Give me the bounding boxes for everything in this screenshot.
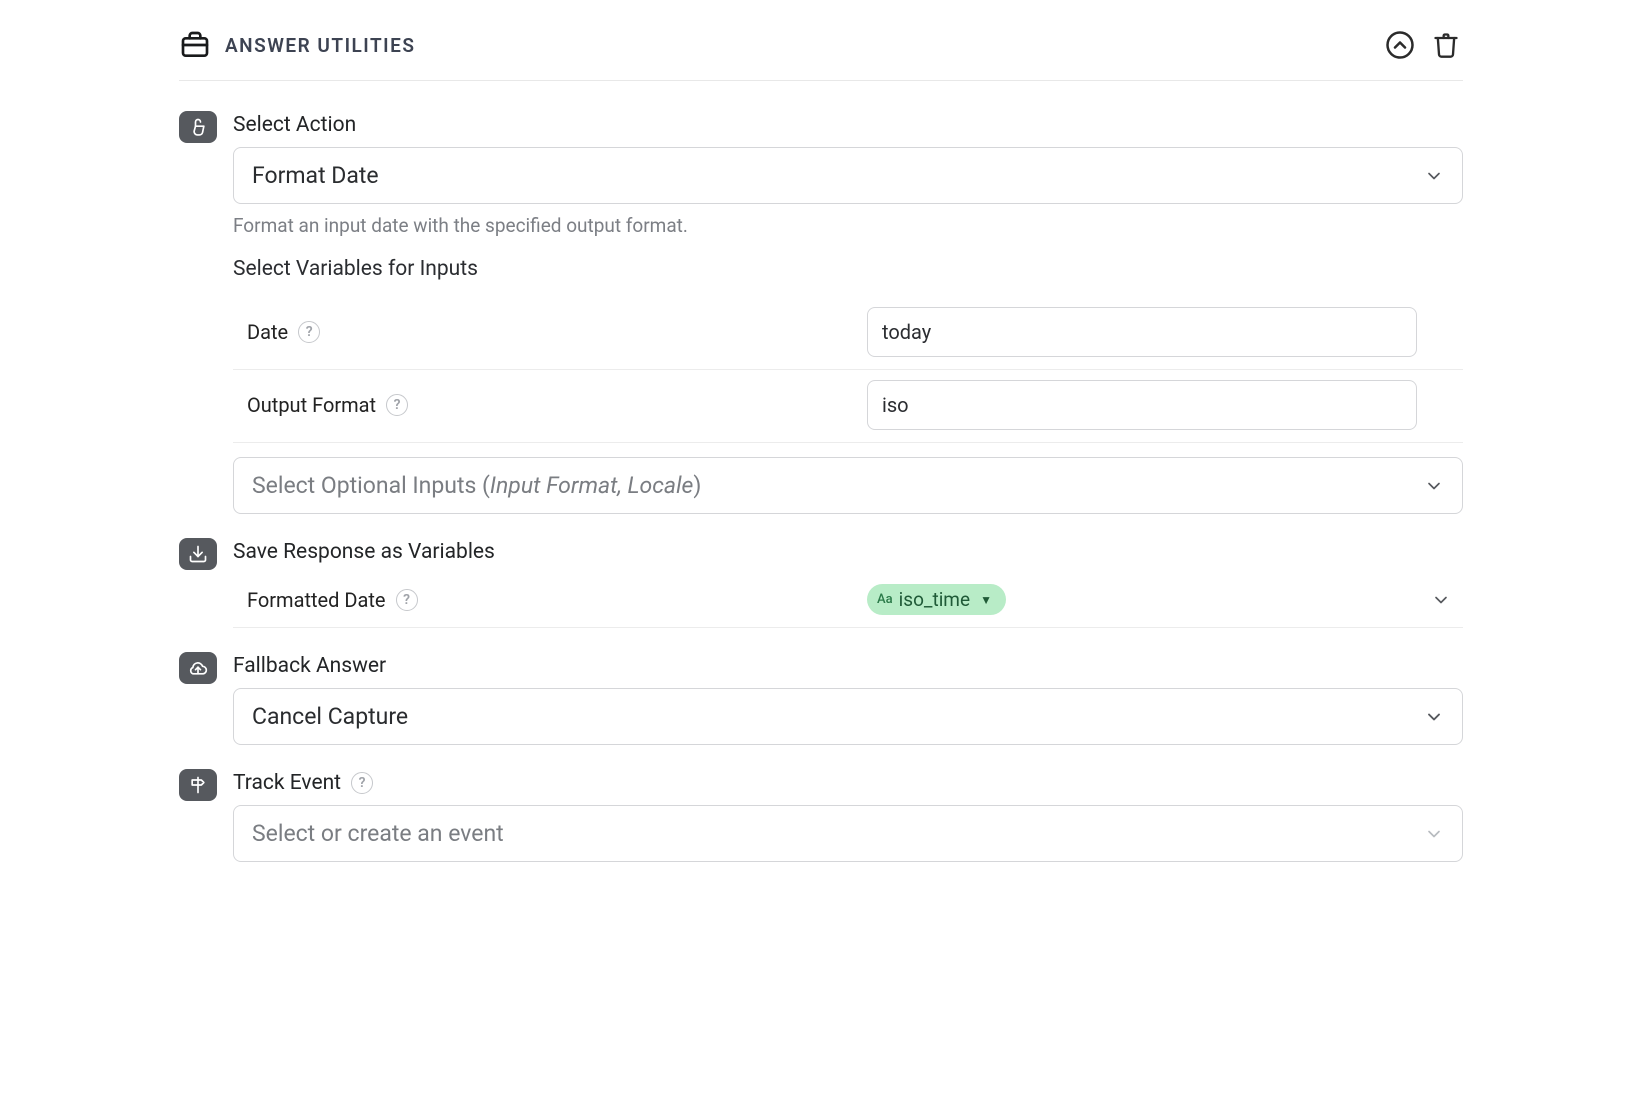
help-icon[interactable]: ? bbox=[298, 321, 320, 343]
chevron-down-icon bbox=[1424, 166, 1444, 186]
date-input[interactable] bbox=[867, 307, 1417, 357]
optional-inputs-text: Select Optional Inputs (Input Format, Lo… bbox=[252, 472, 1424, 499]
chevron-down-icon bbox=[1424, 707, 1444, 727]
section-fallback: Fallback Answer Cancel Capture bbox=[179, 652, 1463, 769]
chevron-down-icon bbox=[1424, 824, 1444, 844]
type-indicator-icon: Aa bbox=[877, 592, 893, 607]
section-track-event: Track Event ? Select or create an event bbox=[179, 769, 1463, 862]
panel-header: ANSWER UTILITIES bbox=[179, 20, 1463, 81]
input-row-output-format: Output Format ? bbox=[233, 370, 1463, 443]
track-event-label-row: Track Event ? bbox=[233, 771, 1463, 795]
save-response-label: Save Response as Variables bbox=[233, 540, 1463, 564]
step-icon-col bbox=[179, 538, 233, 570]
tap-icon bbox=[179, 111, 217, 143]
panel-header-actions bbox=[1383, 28, 1463, 62]
variable-chip-value: iso_time bbox=[899, 588, 970, 611]
answer-utilities-panel: ANSWER UTILITIES bbox=[159, 0, 1483, 922]
chevron-down-icon bbox=[1424, 476, 1444, 496]
fallback-select-value: Cancel Capture bbox=[252, 703, 1424, 730]
panel-header-left: ANSWER UTILITIES bbox=[179, 29, 1383, 61]
save-row-formatted-date: Formatted Date ? Aa iso_time ▼ bbox=[233, 574, 1463, 628]
download-icon bbox=[179, 538, 217, 570]
output-format-label: Output Format ? bbox=[247, 393, 857, 417]
input-row-date: Date ? bbox=[233, 297, 1463, 370]
delete-button[interactable] bbox=[1429, 28, 1463, 62]
variable-chip[interactable]: Aa iso_time ▼ bbox=[867, 584, 1006, 615]
help-icon[interactable]: ? bbox=[386, 394, 408, 416]
track-event-placeholder: Select or create an event bbox=[252, 820, 1424, 847]
optional-inputs-select[interactable]: Select Optional Inputs (Input Format, Lo… bbox=[233, 457, 1463, 514]
help-icon[interactable]: ? bbox=[351, 772, 373, 794]
collapse-button[interactable] bbox=[1383, 28, 1417, 62]
section-select-action: Select Action Format Date Format an inpu… bbox=[179, 111, 1463, 538]
date-label: Date ? bbox=[247, 320, 857, 344]
section-body: Select Action Format Date Format an inpu… bbox=[233, 111, 1463, 538]
inputs-heading: Select Variables for Inputs bbox=[233, 257, 1463, 281]
action-select-value: Format Date bbox=[252, 162, 1424, 189]
panel-body: Select Action Format Date Format an inpu… bbox=[179, 111, 1463, 862]
signpost-icon bbox=[179, 769, 217, 801]
action-description: Format an input date with the specified … bbox=[233, 214, 1463, 237]
formatted-date-label: Formatted Date ? bbox=[247, 588, 857, 612]
fallback-select[interactable]: Cancel Capture bbox=[233, 688, 1463, 745]
action-select[interactable]: Format Date bbox=[233, 147, 1463, 204]
track-event-select[interactable]: Select or create an event bbox=[233, 805, 1463, 862]
cloud-upload-icon bbox=[179, 652, 217, 684]
track-event-label: Track Event bbox=[233, 771, 341, 795]
output-format-input[interactable] bbox=[867, 380, 1417, 430]
select-action-label: Select Action bbox=[233, 113, 1463, 137]
section-body: Save Response as Variables Formatted Dat… bbox=[233, 538, 1463, 652]
step-icon-col bbox=[179, 769, 233, 801]
step-icon-col bbox=[179, 652, 233, 684]
help-icon[interactable]: ? bbox=[396, 589, 418, 611]
panel-title: ANSWER UTILITIES bbox=[225, 34, 415, 57]
section-body: Fallback Answer Cancel Capture bbox=[233, 652, 1463, 769]
dropdown-caret-icon: ▼ bbox=[980, 593, 992, 607]
toolbox-icon bbox=[179, 29, 211, 61]
step-icon-col bbox=[179, 111, 233, 143]
expand-row-chevron[interactable] bbox=[1431, 590, 1463, 610]
fallback-label: Fallback Answer bbox=[233, 654, 1463, 678]
section-body: Track Event ? Select or create an event bbox=[233, 769, 1463, 862]
section-save-response: Save Response as Variables Formatted Dat… bbox=[179, 538, 1463, 652]
